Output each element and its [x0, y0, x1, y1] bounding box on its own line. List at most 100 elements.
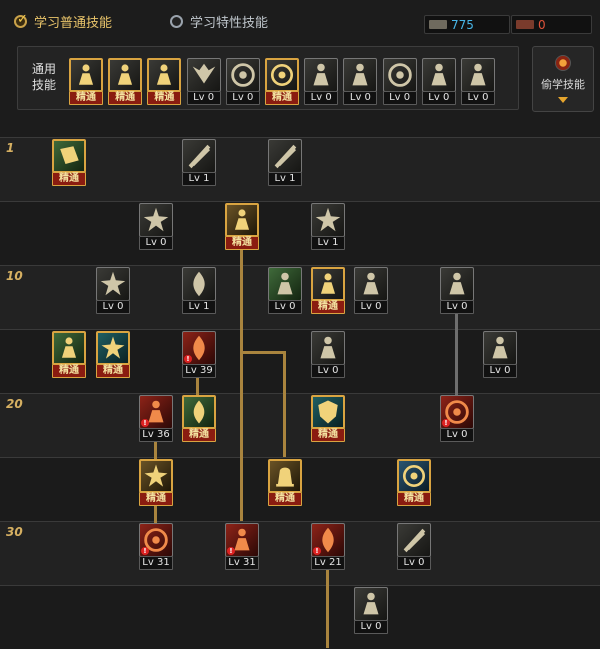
level-badge: Lv 0	[96, 300, 130, 314]
mastered-badge: 精通	[52, 172, 86, 186]
skill-slot[interactable]: Lv 0	[382, 58, 417, 105]
warning-icon: !	[227, 547, 235, 555]
seated-meditation-icon	[69, 58, 103, 92]
skill-slot[interactable]: Lv 0	[186, 58, 221, 105]
icon-art	[403, 528, 426, 553]
skill-slot[interactable]: 精通	[52, 139, 86, 186]
icon-art	[431, 63, 447, 86]
level-badge: Lv 0	[461, 91, 495, 105]
icon-art	[193, 400, 205, 424]
skill-slot[interactable]: Lv 0	[304, 58, 339, 105]
skill-slot[interactable]: ! Lv 21	[311, 523, 345, 570]
tab-learn-normal-skills[interactable]: 学习普通技能	[14, 12, 112, 31]
mastered-badge: 精通	[265, 91, 299, 105]
skill-slot[interactable]: Lv 0	[225, 58, 260, 105]
level-badge: Lv 31	[139, 556, 173, 570]
skill-slot[interactable]: Lv 0	[461, 58, 495, 105]
warning-icon: !	[313, 547, 321, 555]
skill-slot[interactable]: ! Lv 0	[440, 395, 474, 442]
armor-body-icon	[268, 267, 302, 301]
skill-slot[interactable]: Lv 0	[354, 587, 388, 634]
tree-row	[0, 201, 600, 265]
teal-shield-icon	[311, 395, 345, 429]
skill-slot[interactable]: Lv 1	[182, 139, 216, 186]
level-badge: Lv 0	[397, 556, 431, 570]
sp-value: 775	[451, 17, 474, 32]
level-badge: Lv 1	[268, 172, 302, 186]
skill-slot[interactable]: 精通	[108, 58, 143, 105]
skill-slot[interactable]: 精通	[182, 395, 216, 442]
skill-slot[interactable]: Lv 0	[343, 58, 378, 105]
green-star-icon	[96, 331, 130, 365]
level-badge: Lv 0	[268, 300, 302, 314]
crescent-kick-icon	[483, 331, 517, 365]
skill-slot[interactable]: ! Lv 31	[139, 523, 173, 570]
steal-skills-label: 偷学技能	[541, 78, 585, 91]
icon-art	[270, 63, 294, 87]
skill-slot[interactable]: Lv 0	[440, 267, 474, 314]
level-badge: Lv 1	[182, 172, 216, 186]
icon-art	[449, 272, 465, 295]
skill-slot[interactable]: Lv 0	[96, 267, 130, 314]
icon-art	[313, 63, 329, 86]
icon-art	[318, 400, 338, 424]
blue-counter-icon	[397, 459, 431, 493]
skill-slot[interactable]: 精通	[147, 58, 182, 105]
skill-slot[interactable]: Lv 1	[182, 267, 216, 314]
red-whirlwind-icon: !	[139, 523, 173, 557]
skill-slot[interactable]: Lv 0	[311, 331, 345, 378]
skill-slot[interactable]: Lv 1	[311, 203, 345, 250]
skill-slot[interactable]: Lv 0	[268, 267, 302, 314]
skill-slot[interactable]: 精通	[397, 459, 431, 506]
skill-slot[interactable]: 精通	[52, 331, 86, 378]
skill-slot[interactable]: Lv 0	[421, 58, 456, 105]
skill-slot[interactable]: ! Lv 31	[225, 523, 259, 570]
skill-slot[interactable]: Lv 0	[483, 331, 517, 378]
skill-slot[interactable]: 精通	[69, 58, 103, 105]
icon-art	[492, 336, 508, 359]
icon-art	[274, 144, 297, 169]
level-badge: Lv 1	[311, 236, 345, 250]
shatter-icon	[311, 203, 345, 237]
skill-slot[interactable]: 精通	[139, 459, 173, 506]
icon-art	[320, 336, 336, 359]
level-badge: Lv 0	[343, 91, 378, 105]
icon-art	[61, 337, 77, 358]
tab-learn-trait-skills[interactable]: 学习特性技能	[170, 12, 268, 31]
tp-counter: 0	[511, 15, 592, 34]
radio-icon	[170, 15, 183, 28]
skill-slot[interactable]: Lv 0	[139, 203, 173, 250]
icon-art	[470, 63, 486, 86]
skill-slot[interactable]: 精通	[96, 331, 130, 378]
level-badge: Lv 0	[354, 300, 388, 314]
skill-slot[interactable]: 精通	[311, 395, 345, 442]
icon-art	[277, 272, 293, 295]
skill-slot[interactable]: ! Lv 36	[139, 395, 173, 442]
level-badge: Lv 36	[139, 428, 173, 442]
strongman-icon	[421, 58, 456, 92]
mastered-badge: 精通	[225, 236, 259, 250]
ring-target-icon	[382, 58, 417, 92]
tree-connector	[240, 351, 285, 354]
level-badge: Lv 0	[440, 428, 474, 442]
mastered-badge: 精通	[311, 428, 345, 442]
warning-icon: !	[184, 355, 192, 363]
tab-label: 学习特性技能	[190, 16, 269, 31]
skill-slot[interactable]: Lv 0	[354, 267, 388, 314]
skill-slot[interactable]: ! Lv 39	[182, 331, 216, 378]
skill-slot[interactable]: Lv 1	[268, 139, 302, 186]
green-aura-icon	[52, 331, 86, 365]
skill-slot[interactable]: Lv 0	[397, 523, 431, 570]
skill-slot[interactable]: 精通	[311, 267, 345, 314]
golden-guard-icon	[225, 203, 259, 237]
icon-art	[234, 209, 250, 230]
skill-slot[interactable]: 精通	[225, 203, 259, 250]
level-badge: Lv 0	[421, 91, 456, 105]
icon-art	[188, 144, 211, 169]
skill-slot[interactable]: 精通	[265, 58, 299, 105]
mastered-badge: 精通	[182, 428, 216, 442]
icon-art	[231, 63, 255, 87]
steal-skills-button[interactable]: 偷学技能	[532, 46, 594, 112]
tree-row	[0, 585, 600, 649]
skill-slot[interactable]: 精通	[268, 459, 302, 506]
